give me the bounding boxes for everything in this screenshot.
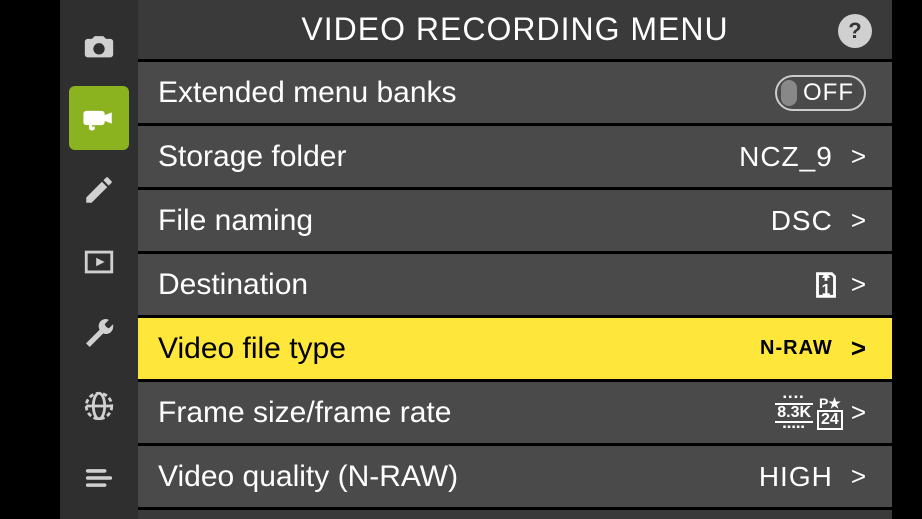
- film-top: ▪▪▪▪: [783, 393, 805, 403]
- pencil-icon: [82, 173, 116, 207]
- sidebar-item-playback[interactable]: [69, 230, 129, 294]
- sidebar-item-setup[interactable]: [69, 302, 129, 366]
- menu-item-value: DSC: [771, 205, 833, 237]
- page-title: VIDEO RECORDING MENU: [301, 11, 728, 48]
- menu-header: VIDEO RECORDING MENU ?: [138, 0, 892, 62]
- wrench-icon: [82, 317, 116, 351]
- mymenu-icon: [82, 461, 116, 495]
- menu-item-video-file-type[interactable]: Video file type N-RAW >: [138, 318, 892, 382]
- video-camera-icon: [82, 101, 116, 135]
- menu-item-frame-size-rate[interactable]: Frame size/frame rate ▪▪▪▪ 8.3K ▪▪▪▪▪ P★…: [138, 382, 892, 446]
- sidebar-item-mymenu[interactable]: [69, 446, 129, 510]
- sidebar-item-custom[interactable]: [69, 158, 129, 222]
- menu-item-label: Storage folder: [158, 140, 739, 174]
- playback-icon: [82, 245, 116, 279]
- camera-menu-app: VIDEO RECORDING MENU ? Extended menu ban…: [0, 0, 922, 519]
- toggle-knob: [781, 80, 797, 106]
- card-slot-badge: 1: [809, 268, 843, 302]
- menu-item-value: NCZ_9: [739, 141, 833, 173]
- film-bot: ▪▪▪▪▪: [783, 423, 806, 433]
- menu-item-value: N-RAW: [760, 337, 833, 360]
- chevron-right-icon: >: [851, 333, 866, 364]
- sidebar-item-video[interactable]: [69, 86, 129, 150]
- menu-item-label: Destination: [158, 268, 809, 302]
- menu-item-label: Extended menu banks: [158, 76, 775, 110]
- menu-item-file-naming[interactable]: File naming DSC >: [138, 190, 892, 254]
- framesize-left: ▪▪▪▪ 8.3K ▪▪▪▪▪: [775, 393, 813, 433]
- framesize-star: P★: [819, 396, 841, 410]
- chevron-right-icon: >: [851, 397, 866, 428]
- card-slot-icon: 1: [809, 268, 843, 302]
- menu-item-label: Video file type: [158, 332, 760, 366]
- sidebar: [60, 0, 138, 519]
- framesize-fps: 24: [817, 410, 843, 430]
- framesize-right: P★ 24: [817, 396, 843, 430]
- svg-text:1: 1: [821, 281, 830, 298]
- chevron-right-icon: >: [851, 205, 866, 236]
- menu-item-video-quality[interactable]: Video quality (N-RAW) HIGH >: [138, 446, 892, 510]
- menu-item-label: Frame size/frame rate: [158, 396, 775, 430]
- help-button[interactable]: ?: [838, 14, 872, 48]
- chevron-right-icon: >: [851, 461, 866, 492]
- menu-item-value: HIGH: [759, 461, 833, 493]
- main-panel: VIDEO RECORDING MENU ? Extended menu ban…: [138, 0, 892, 519]
- toggle-off-badge: OFF: [775, 75, 866, 111]
- menu-list: Extended menu banks OFF Storage folder N…: [138, 62, 892, 519]
- framesize-value: 8.3K: [775, 403, 813, 423]
- camera-icon: [82, 29, 116, 63]
- chevron-right-icon: >: [851, 269, 866, 300]
- menu-item-extended-banks[interactable]: Extended menu banks OFF: [138, 62, 892, 126]
- globe-icon: [82, 389, 116, 423]
- menu-item-destination[interactable]: Destination 1 >: [138, 254, 892, 318]
- menu-item-storage-folder[interactable]: Storage folder NCZ_9 >: [138, 126, 892, 190]
- menu-item-label: Video quality (N-RAW): [158, 460, 759, 494]
- menu-item-label: File naming: [158, 204, 771, 238]
- toggle-text: OFF: [803, 79, 854, 107]
- chevron-right-icon: >: [851, 141, 866, 172]
- sidebar-item-network[interactable]: [69, 374, 129, 438]
- sidebar-item-photo[interactable]: [69, 14, 129, 78]
- framesize-badge: ▪▪▪▪ 8.3K ▪▪▪▪▪ P★ 24: [775, 393, 843, 433]
